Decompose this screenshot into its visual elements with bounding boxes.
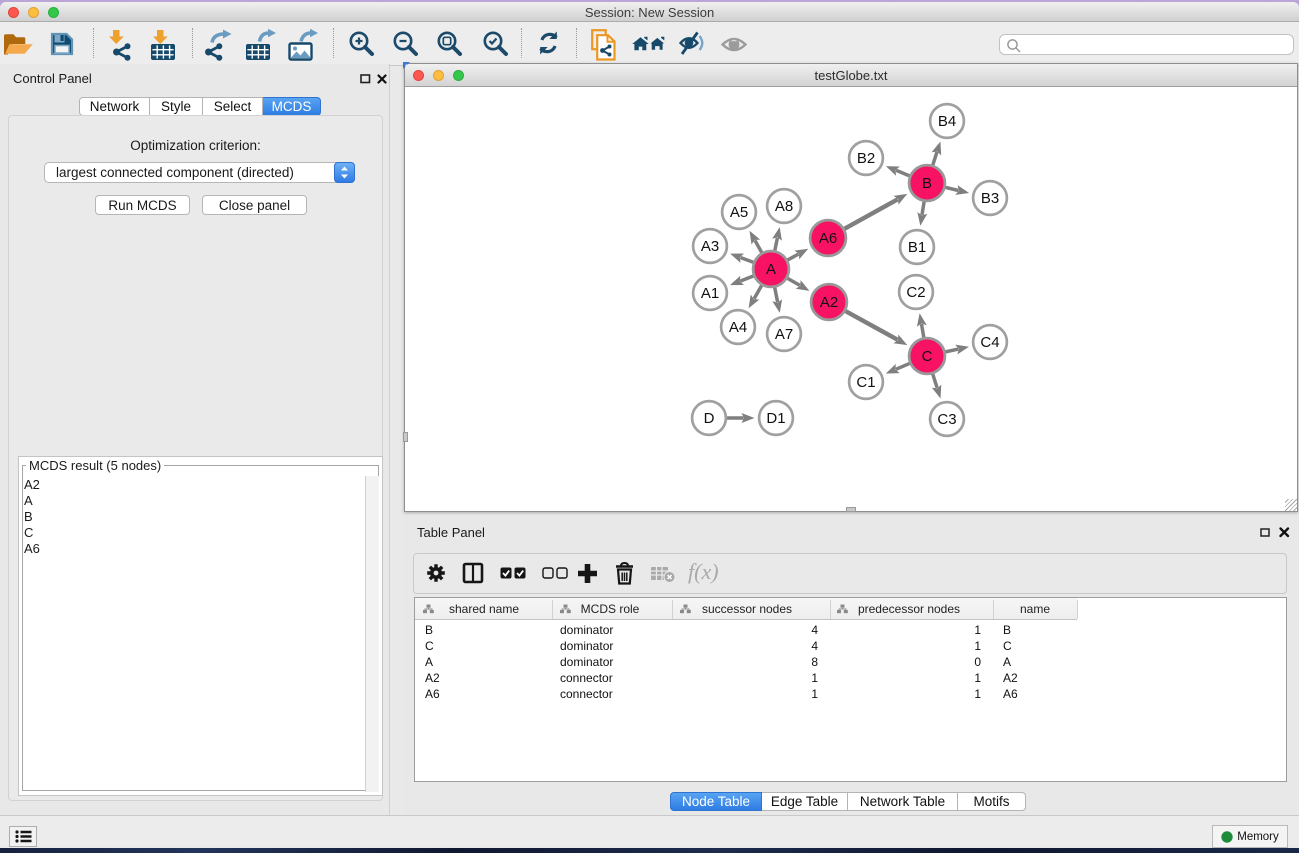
svg-text:B1: B1 [908,239,926,256]
svg-text:C1: C1 [856,374,875,391]
svg-text:C4: C4 [980,334,999,351]
svg-text:D: D [704,410,715,427]
svg-text:A3: A3 [701,238,719,255]
svg-text:A2: A2 [820,294,838,311]
svg-text:B2: B2 [857,150,875,167]
svg-text:B: B [922,175,932,192]
svg-text:C2: C2 [906,284,925,301]
svg-text:D1: D1 [766,410,785,427]
svg-text:B3: B3 [981,190,999,207]
svg-text:C: C [922,348,933,365]
svg-text:A7: A7 [775,326,793,343]
svg-text:A5: A5 [730,204,748,221]
svg-text:A4: A4 [729,319,747,336]
svg-text:B4: B4 [938,113,956,130]
svg-text:A8: A8 [775,198,793,215]
svg-text:A: A [766,261,776,278]
svg-text:A1: A1 [701,285,719,302]
svg-text:C3: C3 [937,411,956,428]
svg-text:A6: A6 [819,230,837,247]
